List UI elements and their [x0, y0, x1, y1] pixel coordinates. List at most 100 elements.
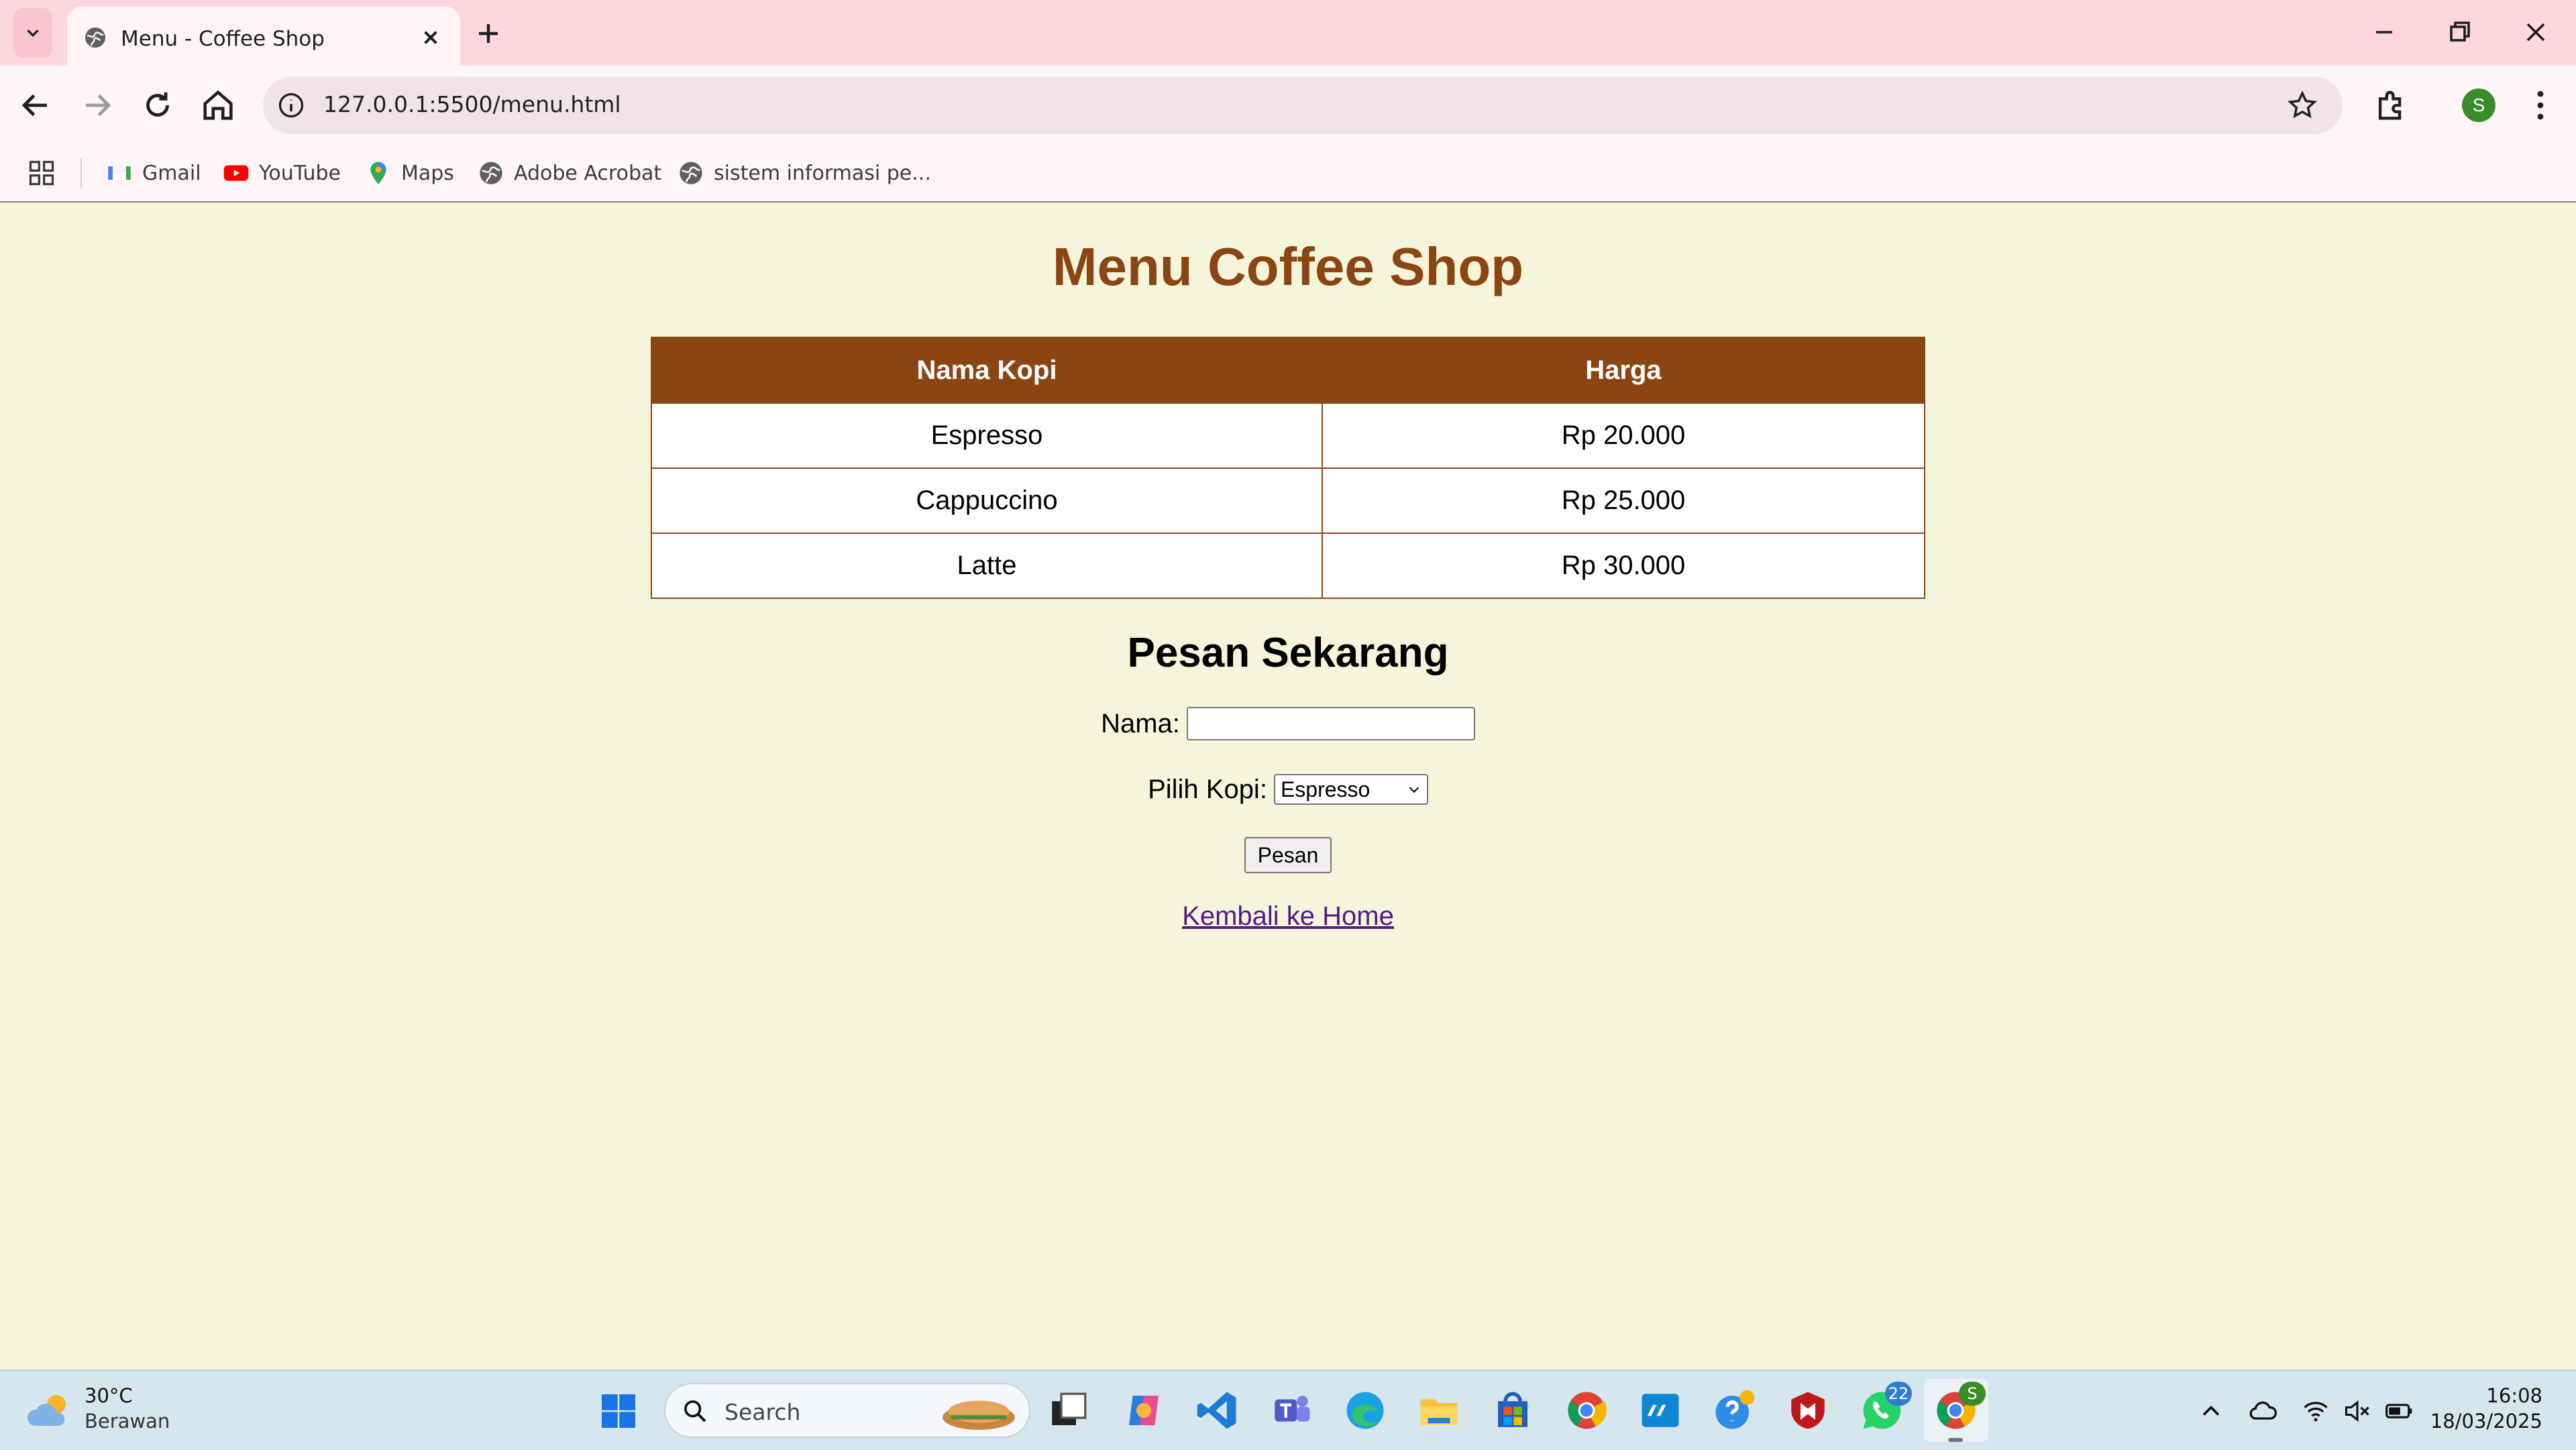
back-link-row: Kembali ke Home [0, 901, 2576, 932]
order-submit-button[interactable]: Pesan [1244, 837, 1332, 873]
menu-table: Nama Kopi Harga Espresso Rp 20.000 Cappu… [651, 337, 1925, 599]
back-arrow-icon[interactable] [16, 86, 55, 125]
help-icon[interactable] [1712, 1388, 1756, 1433]
coffee-name-cell: Espresso [651, 402, 1323, 469]
reload-icon[interactable] [138, 86, 177, 125]
browser-toolbar: 127.0.0.1:5500/menu.html S [0, 66, 2576, 145]
copilot-icon[interactable] [1122, 1388, 1166, 1433]
search-highlight-image [943, 1400, 1015, 1430]
edge-icon[interactable] [1343, 1388, 1387, 1433]
mcafee-shield-icon[interactable] [1786, 1388, 1830, 1433]
wifi-icon[interactable] [2301, 1396, 2330, 1426]
new-tab-icon[interactable] [472, 17, 504, 50]
windows-start-icon[interactable] [598, 1391, 639, 1431]
coffee-select-row: Pilih Kopi: Espresso [0, 774, 2576, 805]
search-placeholder: Search [724, 1399, 801, 1425]
weather-description: Berawan [85, 1410, 170, 1433]
clock-time[interactable]: 16:08 [2486, 1384, 2542, 1407]
address-bar[interactable]: 127.0.0.1:5500/menu.html [263, 76, 2343, 134]
windows-taskbar: 30°C Berawan Search 22 S 16:08 18/03/202… [0, 1370, 2576, 1450]
url-text[interactable]: 127.0.0.1:5500/menu.html [323, 91, 621, 117]
close-icon[interactable] [417, 24, 444, 51]
battery-icon[interactable] [2384, 1396, 2414, 1426]
name-input[interactable] [1186, 707, 1475, 740]
chevron-down-icon [27, 30, 39, 38]
coffee-name-cell: Latte [651, 533, 1323, 599]
speaker-muted-icon[interactable] [2343, 1396, 2372, 1426]
coffee-price-cell: Rp 20.000 [1322, 402, 1925, 469]
bookmark-label: Gmail [142, 161, 201, 185]
taskbar-search[interactable]: Search [664, 1383, 1030, 1438]
name-label: Nama: [1101, 708, 1180, 738]
profile-badge: S [1959, 1382, 1986, 1406]
bookmark-label: Maps [401, 161, 454, 185]
minimize-icon[interactable] [2368, 16, 2400, 48]
tab-search-button[interactable] [13, 8, 52, 58]
onedrive-cloud-icon[interactable] [2249, 1396, 2278, 1426]
bookmark-maps[interactable]: Maps [365, 154, 454, 192]
extensions-puzzle-icon[interactable] [2372, 86, 2411, 125]
chevron-down-icon [1409, 787, 1419, 793]
chevron-up-icon[interactable] [2196, 1396, 2226, 1426]
submit-row: Pesan [0, 837, 2576, 873]
bookmark-sistem-informasi[interactable]: sistem informasi pe... [678, 154, 931, 192]
home-icon[interactable] [199, 86, 237, 125]
bookmarks-divider [80, 158, 82, 188]
maps-icon [370, 162, 386, 184]
coffee-name-cell: Cappuccino [651, 467, 1323, 534]
whatsapp-app[interactable]: 22 [1860, 1382, 1912, 1433]
gmail-icon [108, 166, 131, 180]
order-heading: Pesan Sekarang [1127, 630, 1449, 676]
coffee-select[interactable]: Espresso [1273, 774, 1428, 805]
bookmarks-bar: Gmail YouTube Maps Adobe Acrobat sistem … [0, 145, 2576, 203]
task-view-icon[interactable] [1046, 1388, 1091, 1433]
search-icon [684, 1400, 706, 1423]
back-to-home-link[interactable]: Kembali ke Home [1182, 901, 1394, 932]
tab-strip: Menu - Coffee Shop [0, 0, 2576, 66]
table-row: Espresso Rp 20.000 [651, 402, 1925, 469]
chrome-profile-app[interactable]: S [1933, 1382, 1986, 1442]
table-header-row: Nama Kopi Harga [651, 337, 1925, 404]
chrome-icon[interactable] [1564, 1388, 1609, 1433]
forward-arrow-icon[interactable] [78, 86, 117, 125]
file-explorer-icon[interactable] [1417, 1388, 1461, 1433]
clock-date[interactable]: 18/03/2025 [2430, 1410, 2542, 1433]
bookmark-label: sistem informasi pe... [714, 161, 931, 185]
youtube-icon [223, 165, 249, 181]
globe-icon [680, 162, 702, 184]
tab-title: Menu - Coffee Shop [121, 27, 325, 51]
apps-grid-icon[interactable] [27, 158, 56, 188]
restore-icon[interactable] [2443, 16, 2475, 48]
myhp-icon[interactable] [1638, 1388, 1682, 1433]
coffee-price-cell: Rp 25.000 [1322, 467, 1925, 534]
page-title: Menu Coffee Shop [1052, 237, 1524, 296]
bookmark-youtube[interactable]: YouTube [223, 154, 341, 192]
coffee-select-label: Pilih Kopi: [1148, 774, 1267, 804]
bookmark-star-icon[interactable] [2286, 89, 2318, 121]
page-content: Menu Coffee Shop Nama Kopi Harga Espress… [0, 203, 2576, 1370]
notification-badge: 22 [1885, 1382, 1912, 1406]
weather-temperature: 30°C [85, 1384, 133, 1407]
partly-cloudy-icon[interactable] [27, 1391, 75, 1431]
globe-icon [85, 27, 105, 48]
bookmark-label: YouTube [259, 161, 341, 185]
active-tab[interactable]: Menu - Coffee Shop [67, 7, 460, 66]
table-row: Cappuccino Rp 25.000 [651, 467, 1925, 534]
column-header-name: Nama Kopi [651, 337, 1323, 404]
bookmark-gmail[interactable]: Gmail [106, 154, 201, 192]
profile-avatar[interactable]: S [2462, 89, 2496, 122]
column-header-price: Harga [1322, 337, 1925, 404]
globe-icon [480, 162, 502, 184]
microsoft-store-icon[interactable] [1491, 1388, 1535, 1433]
bookmark-label: Adobe Acrobat [514, 161, 662, 185]
name-row: Nama: [0, 707, 2576, 740]
teams-icon[interactable] [1269, 1388, 1313, 1433]
bookmark-adobe-acrobat[interactable]: Adobe Acrobat [478, 154, 661, 192]
window-close-icon[interactable] [2520, 16, 2552, 48]
vscode-icon[interactable] [1195, 1388, 1240, 1433]
coffee-select-value: Espresso [1280, 777, 1371, 801]
table-row: Latte Rp 30.000 [651, 533, 1925, 599]
coffee-price-cell: Rp 30.000 [1322, 533, 1925, 599]
kebab-menu-icon[interactable] [2521, 86, 2560, 125]
site-info-icon[interactable] [276, 91, 306, 120]
